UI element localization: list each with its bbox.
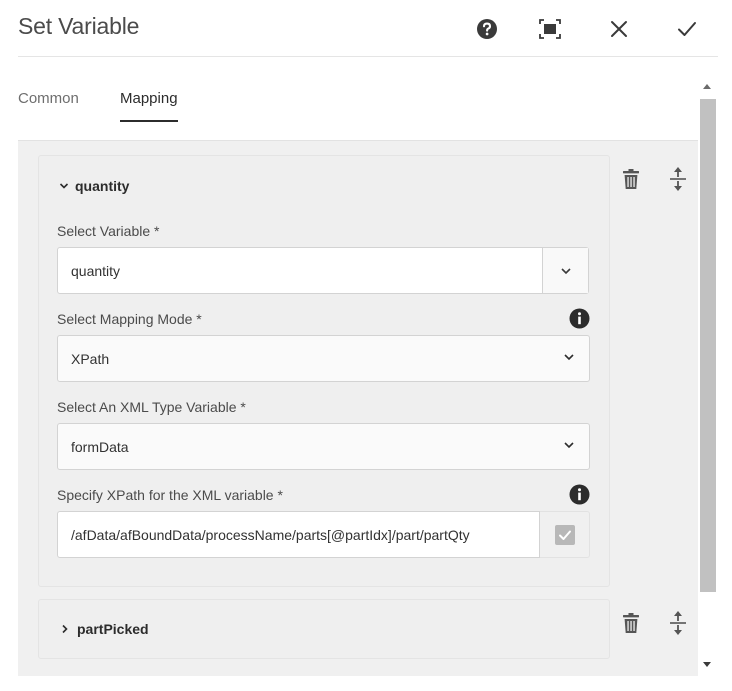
header-divider (18, 56, 718, 57)
scroll-down-arrow-icon[interactable] (703, 662, 711, 667)
info-icon (569, 308, 589, 328)
mapping-mode-dropdown[interactable]: XPath (57, 335, 590, 382)
mapping-mode-info-button[interactable] (568, 307, 590, 329)
chevron-down-icon (59, 183, 69, 189)
trash-icon (623, 169, 639, 189)
mapping-mode-value: XPath (71, 351, 110, 367)
drag-handle-icon (670, 167, 686, 191)
xpath-validate-button[interactable] (540, 511, 590, 558)
delete-mapping-button[interactable] (618, 164, 644, 194)
checkmark-icon (558, 530, 571, 540)
reorder-mapping-handle[interactable] (665, 608, 691, 638)
mapping-card: partPicked (38, 599, 610, 659)
scroll-up-arrow-icon[interactable] (703, 84, 711, 89)
xml-variable-value: formData (71, 439, 129, 455)
mapping-card: quantity Select Variable * quantity Sele… (38, 155, 610, 587)
help-button[interactable] (472, 14, 502, 44)
mapping-name: partPicked (77, 621, 149, 637)
xpath-info-button[interactable] (568, 483, 590, 505)
combobox-toggle-button[interactable] (542, 248, 588, 293)
checkmark-icon (678, 22, 696, 36)
mapping-name: quantity (75, 178, 130, 194)
confirm-button[interactable] (672, 14, 702, 44)
trash-icon (623, 613, 639, 633)
mapping-mode-label: Select Mapping Mode * (57, 311, 202, 327)
tab-common[interactable]: Common (18, 90, 79, 107)
chevron-down-icon (564, 442, 574, 449)
dialog-title: Set Variable (18, 13, 140, 39)
close-icon (611, 21, 627, 37)
info-icon (569, 484, 589, 504)
reorder-mapping-handle[interactable] (665, 164, 691, 194)
help-icon (477, 19, 497, 39)
tab-mapping[interactable]: Mapping (120, 90, 178, 107)
xpath-label: Specify XPath for the XML variable * (57, 487, 283, 503)
xpath-input[interactable]: /afData/afBoundData/processName/parts[@p… (57, 511, 540, 558)
select-variable-label: Select Variable * (57, 223, 160, 239)
checkbox-icon (554, 524, 575, 545)
delete-mapping-button[interactable] (618, 608, 644, 638)
xml-variable-label: Select An XML Type Variable * (57, 399, 246, 415)
xml-variable-dropdown[interactable]: formData (57, 423, 590, 470)
mapping-panel: quantity Select Variable * quantity Sele… (18, 140, 698, 676)
scrollbar-thumb[interactable] (700, 99, 716, 592)
mapping-card-header[interactable]: partPicked (61, 621, 149, 637)
fullscreen-button[interactable] (535, 14, 565, 44)
chevron-down-icon (560, 267, 571, 274)
close-button[interactable] (604, 14, 634, 44)
dialog-header: Set Variable (0, 0, 732, 57)
chevron-right-icon (62, 624, 68, 634)
select-variable-value: quantity (71, 263, 121, 279)
active-tab-indicator (120, 120, 178, 122)
drag-handle-icon (670, 611, 686, 635)
chevron-down-icon (564, 354, 574, 361)
xpath-value: /afData/afBoundData/processName/parts[@p… (71, 527, 470, 543)
select-variable-combobox[interactable]: quantity (57, 247, 589, 294)
fullscreen-icon (539, 19, 561, 39)
mapping-card-header[interactable]: quantity (59, 178, 129, 194)
